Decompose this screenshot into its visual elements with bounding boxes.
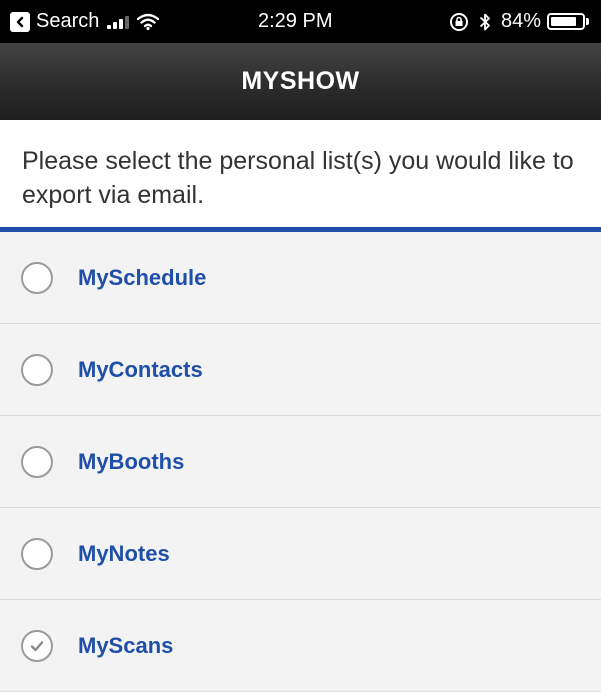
- battery-icon: [547, 13, 589, 30]
- list-item-label: MyContacts: [78, 356, 203, 382]
- bluetooth-icon: [479, 12, 491, 32]
- list-item[interactable]: MyBooths: [0, 416, 601, 508]
- radio-unchecked-icon[interactable]: [21, 537, 53, 570]
- radio-checked-icon[interactable]: [21, 629, 53, 662]
- list-item-label: MyBooths: [78, 448, 185, 474]
- list-item[interactable]: MyScans: [0, 600, 601, 692]
- radio-unchecked-icon[interactable]: [21, 445, 53, 478]
- page-title: MYSHOW: [241, 67, 360, 95]
- instructions-text: Please select the personal list(s) you w…: [22, 147, 574, 209]
- rotation-lock-icon: [449, 12, 469, 32]
- list-item[interactable]: MyContacts: [0, 324, 601, 416]
- export-list: MySchedule MyContacts MyBooths MyNotes MySca…: [0, 232, 601, 692]
- radio-unchecked-icon[interactable]: [21, 261, 53, 294]
- list-item-label: MyNotes: [78, 540, 170, 566]
- list-item[interactable]: MySchedule: [0, 232, 601, 324]
- list-item[interactable]: MyNotes: [0, 508, 601, 600]
- nav-bar: MYSHOW: [0, 43, 601, 120]
- back-arrow-icon: [10, 11, 30, 32]
- cellular-signal-icon: [107, 15, 130, 29]
- battery-percent: 84%: [500, 10, 541, 32]
- radio-unchecked-icon[interactable]: [21, 353, 53, 386]
- list-item-label: MySchedule: [78, 264, 207, 290]
- back-to-search-link[interactable]: Search: [10, 0, 160, 43]
- back-label: Search: [36, 10, 100, 32]
- status-time: 2:29 PM: [258, 10, 333, 32]
- list-item-label: MyScans: [78, 632, 174, 658]
- wifi-icon: [137, 13, 160, 30]
- status-bar: Search 2:29 PM 84%: [0, 0, 601, 43]
